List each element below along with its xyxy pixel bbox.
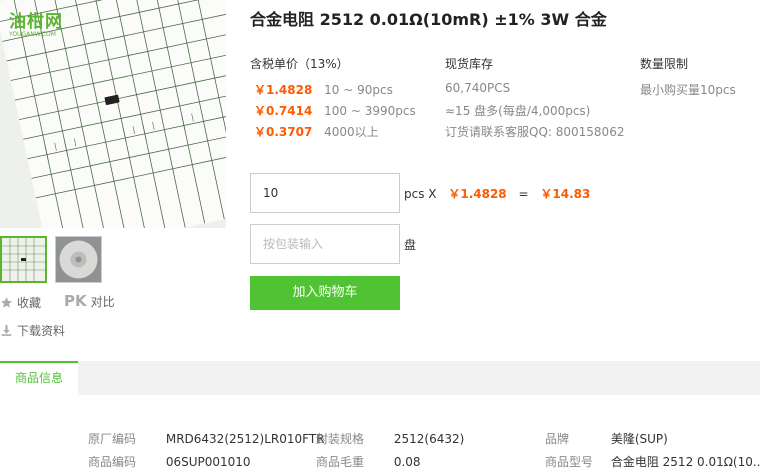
stock-qty: 60,740PCS xyxy=(445,81,511,95)
product-main-image: 油柑网 YOUGANW.COM xyxy=(0,0,226,228)
spec-mfr-code: 原厂编码 MRD6432(2512)LR010FTR xyxy=(88,432,325,446)
limit-header: 数量限制 xyxy=(640,57,689,71)
order-summary: pcs X ￥1.4828 = ￥14.83 xyxy=(404,187,591,201)
stock-reels: ≈15 盘多(每盘/4,000pcs) xyxy=(445,104,591,118)
download-icon xyxy=(1,325,12,336)
compare-button[interactable]: PK 对比 xyxy=(64,292,115,310)
thumbnail-2[interactable] xyxy=(55,236,102,283)
price-tier: ￥0.7414 100 ~ 3990pcs xyxy=(254,104,416,118)
quantity-input[interactable] xyxy=(250,173,400,213)
spec-model: 商品型号 合金电阻 2512 0.01Ω(10... xyxy=(545,455,760,469)
thumbnail-ruler-image xyxy=(2,238,45,281)
price-tier: ￥0.3707 4000以上 xyxy=(254,125,379,139)
unit-price: ￥1.4828 xyxy=(448,187,507,201)
site-logo: 油柑网 YOUGANW.COM xyxy=(9,12,63,38)
product-title: 合金电阻 2512 0.01Ω(10mR) ±1% 3W 合金 xyxy=(250,10,607,29)
stock-contact: 订货请联系客服QQ: 800158062 xyxy=(445,125,625,139)
tab-product-info[interactable]: 商品信息 xyxy=(0,361,78,395)
star-icon xyxy=(1,297,12,308)
spec-item-code: 商品编码 06SUP001010 xyxy=(88,455,251,469)
thumbnail-1[interactable] xyxy=(0,236,47,283)
price-header: 含税单价（13%） xyxy=(250,57,349,71)
spec-weight: 商品毛重 0.08 xyxy=(316,455,421,469)
spec-package: 封装规格 2512(6432) xyxy=(316,432,465,446)
stock-header: 现货库存 xyxy=(445,57,494,71)
limit-text: 最小购买量10pcs xyxy=(640,83,736,97)
add-to-cart-button[interactable]: 加入购物车 xyxy=(250,276,400,310)
total-price: ￥14.83 xyxy=(540,187,591,201)
download-datasheet-link[interactable]: 下载资料 xyxy=(0,322,65,339)
favorite-button[interactable]: 收藏 xyxy=(0,294,41,311)
spec-brand: 品牌 美隆(SUP) xyxy=(545,432,668,446)
price-tier: ￥1.4828 10 ~ 90pcs xyxy=(254,83,393,97)
thumbnail-reel-image xyxy=(56,237,101,282)
reel-unit: 盘 xyxy=(404,238,417,252)
detail-tab-bar: 商品信息 xyxy=(0,361,760,395)
pk-icon: PK xyxy=(64,292,87,310)
reel-quantity-input[interactable] xyxy=(250,224,400,264)
